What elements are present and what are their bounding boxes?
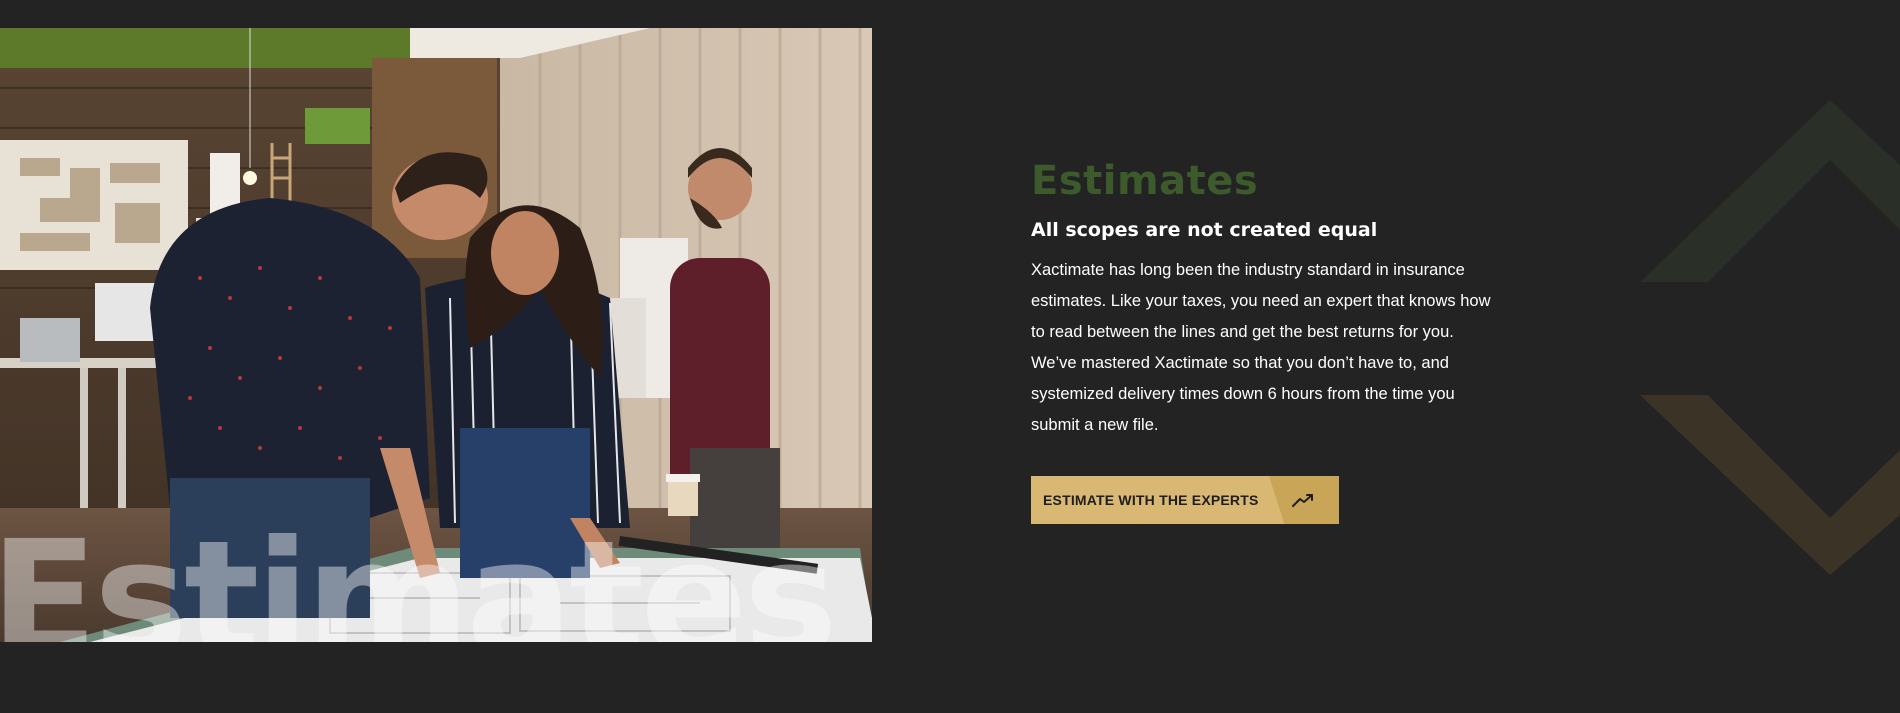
decorative-chevrons: [1640, 100, 1900, 584]
section-title: Estimates: [1031, 158, 1259, 204]
cta-label: ESTIMATE WITH THE EXPERTS: [1043, 492, 1259, 508]
trending-arrow-icon: [1269, 476, 1339, 524]
hero-photo: Estimates: [0, 28, 872, 642]
estimate-with-experts-button[interactable]: ESTIMATE WITH THE EXPERTS: [1031, 476, 1339, 524]
content-section: Estimates All scopes are not created equ…: [1031, 158, 1501, 441]
section-body: Xactimate has long been the industry sta…: [1031, 261, 1491, 434]
section-subtitle: All scopes are not created equal: [1031, 219, 1378, 241]
photo-watermark-text: Estimates: [0, 507, 838, 642]
